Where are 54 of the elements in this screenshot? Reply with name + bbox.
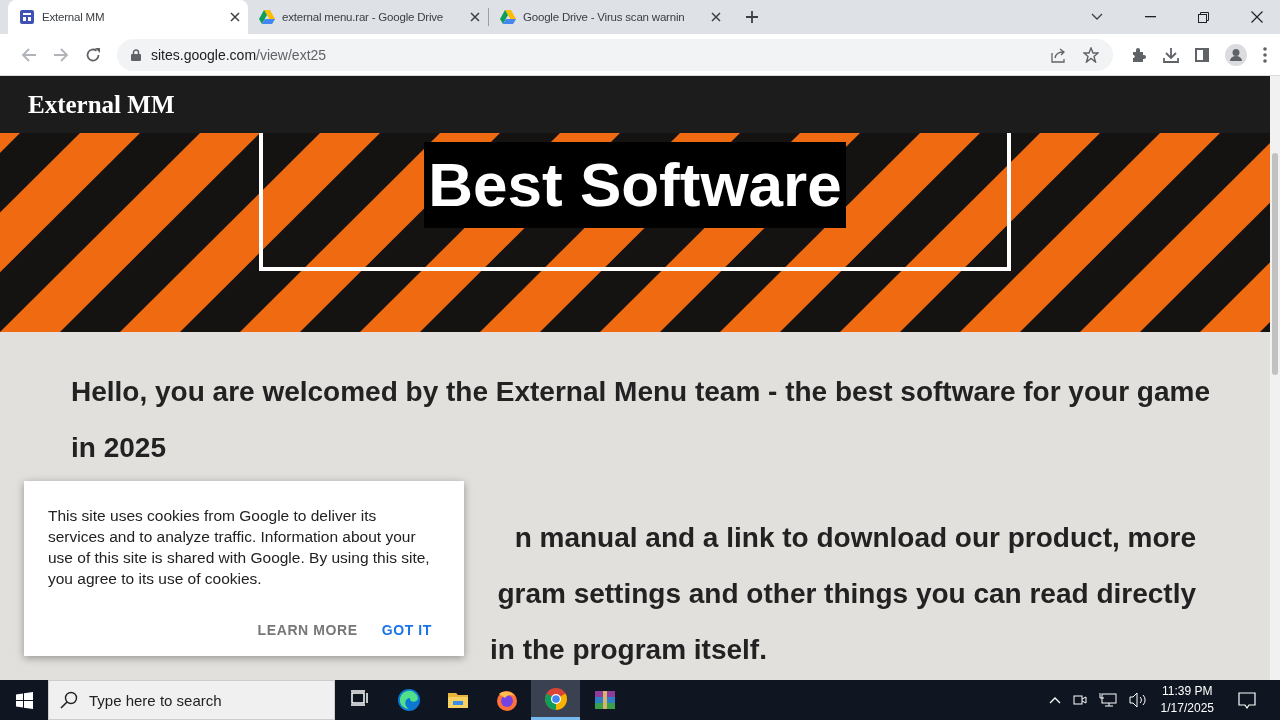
close-icon[interactable] [711, 12, 721, 22]
search-icon [60, 691, 78, 709]
chevron-down-icon[interactable] [1091, 13, 1103, 21]
url-text: sites.google.com/view/ext25 [151, 46, 327, 63]
firefox-icon [494, 688, 519, 712]
edge-icon [396, 688, 421, 712]
minimize-icon[interactable] [1145, 16, 1156, 18]
reload-icon[interactable] [85, 46, 101, 63]
scrollbar-thumb[interactable] [1272, 153, 1278, 375]
cookie-text: This site uses cookies from Google to deliver its services and to analyze traffic. Information about your use of this site is shared with Google. By using this site, you agree to its use of cookies. [48, 506, 431, 589]
drive-icon [259, 9, 275, 25]
chrome-icon [543, 686, 568, 711]
close-icon[interactable] [470, 12, 480, 22]
address-bar[interactable]: sites.google.com/view/ext25 [117, 38, 1113, 71]
paragraph-text: Hello, you are welcomed by the External Menu team - the best software for your game in 2025 [71, 375, 1211, 465]
paragraph-text: gram settings and other things you can read directly [497, 577, 1196, 611]
browser-tab[interactable]: Google Drive - Virus scan warnin [489, 0, 729, 34]
share-icon[interactable] [1051, 46, 1067, 63]
browser-tab[interactable]: External MM [8, 0, 248, 34]
clock-time[interactable]: 11:39 PM [1162, 683, 1213, 700]
side-panel-icon[interactable] [1195, 47, 1209, 62]
drive-icon [500, 9, 516, 25]
puzzle-icon[interactable] [1131, 46, 1147, 63]
menu-icon[interactable] [1263, 46, 1267, 63]
tab-title: external menu.rar - Google Drive [282, 11, 444, 23]
tab-title: Google Drive - Virus scan warnin [523, 11, 685, 23]
chevron-up-icon[interactable] [1048, 696, 1061, 704]
close-icon[interactable] [1251, 11, 1263, 23]
browser-tab[interactable]: external menu.rar - Google Drive [248, 0, 488, 34]
taskbar-app[interactable] [531, 680, 580, 720]
new-tab-icon[interactable] [745, 10, 759, 24]
scrollbar[interactable] [1270, 76, 1280, 680]
search-field[interactable]: Type here to search [48, 680, 335, 720]
paragraph-text: n manual and a link to download our product, more [514, 521, 1196, 555]
lock-icon [131, 48, 141, 61]
clock-date[interactable]: 1/17/2025 [1160, 700, 1214, 717]
volume-icon[interactable] [1128, 692, 1147, 708]
cookie-button[interactable]: LEARN MORE [249, 616, 366, 644]
windows-icon [15, 691, 33, 709]
close-icon[interactable] [230, 12, 240, 22]
tab-title: External MM [42, 11, 105, 23]
paragraph-text: in the program itself. [490, 633, 767, 667]
restore-icon[interactable] [1198, 11, 1209, 23]
star-icon[interactable] [1083, 46, 1099, 63]
camera-icon[interactable] [1072, 692, 1087, 708]
cookie-button[interactable]: GOT IT [373, 616, 440, 644]
download-icon[interactable] [1163, 46, 1179, 63]
winrar-icon [592, 688, 617, 712]
sites-icon [19, 9, 35, 25]
network-icon[interactable] [1098, 692, 1117, 708]
hero-title: Best Software [424, 142, 846, 228]
notification-icon[interactable] [1238, 691, 1256, 709]
site-title[interactable]: External MM [28, 90, 175, 119]
avatar-icon[interactable] [1225, 43, 1247, 66]
